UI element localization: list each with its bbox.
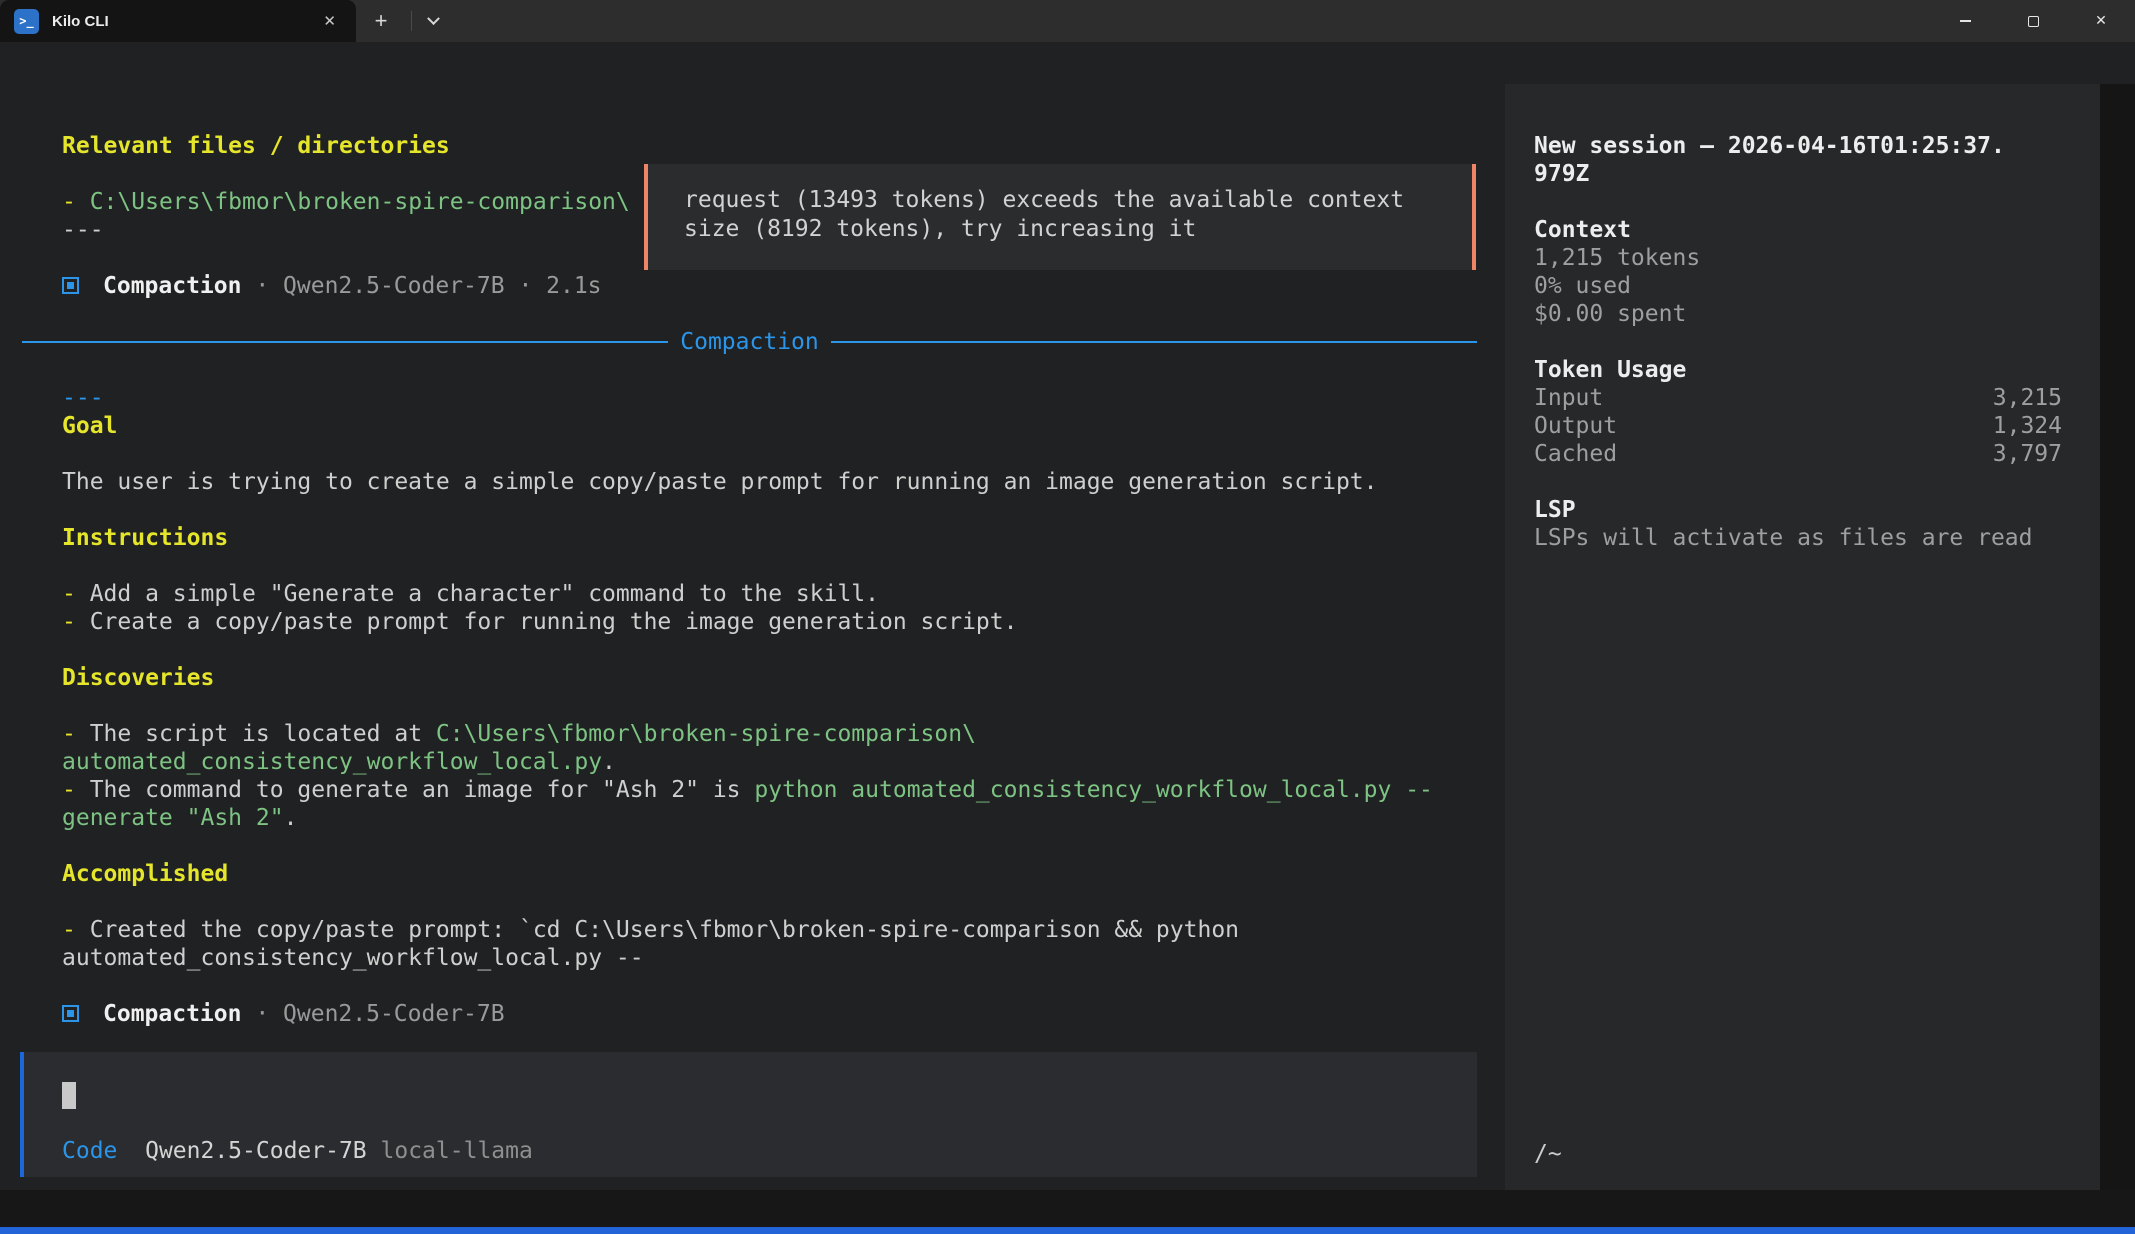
minimize-button[interactable] (1931, 0, 1999, 42)
blank-row (62, 496, 1477, 524)
context-spent: $0.00 spent (1534, 300, 2062, 328)
blank-row (62, 636, 1477, 664)
compaction-meta-2: Compaction · Qwen2.5-Coder-7B (62, 1000, 1477, 1028)
context-heading: Context (1534, 216, 2062, 244)
instructions-heading: Instructions (62, 524, 1477, 552)
titlebar[interactable]: >_ Kilo CLI ✕ + ✕ (0, 0, 2135, 42)
model-indicator: Qwen2.5-Coder-7B (145, 1138, 367, 1164)
terminal-window: >_ Kilo CLI ✕ + ✕ Relevant files / direc… (0, 0, 2135, 1234)
context-tokens: 1,215 tokens (1534, 244, 2062, 272)
instruction-bullet-2: - Create a copy/paste prompt for running… (62, 608, 1477, 636)
compaction-meta-1: Compaction · Qwen2.5-Coder-7B · 2.1s (62, 272, 1477, 300)
terminal-tab[interactable]: >_ Kilo CLI ✕ (0, 0, 356, 42)
compaction-icon (62, 1005, 79, 1022)
blank-row (62, 300, 1477, 328)
right-edge-strip (2100, 84, 2135, 1232)
error-line-2: size (8192 tokens), try increasing it (684, 215, 1472, 244)
discoveries-heading: Discoveries (62, 664, 1477, 692)
close-button[interactable]: ✕ (2067, 0, 2135, 42)
error-line-1: request (13493 tokens) exceeds the avail… (684, 186, 1472, 215)
context-error-box: request (13493 tokens) exceeds the avail… (644, 164, 1476, 270)
token-usage-cached-row: Cached3,797 (1534, 440, 2062, 468)
prompt-input[interactable]: Code Qwen2.5-Coder-7B local-llama (20, 1052, 1477, 1177)
token-usage-heading: Token Usage (1534, 356, 2062, 384)
maximize-button[interactable] (1999, 0, 2067, 42)
session-title: New session — 2026-04-16T01:25:37. (1534, 132, 2062, 160)
discovery-bullet-1b: automated_consistency_workflow_local.py. (62, 748, 1477, 776)
powershell-icon: >_ (14, 9, 39, 34)
blank-row (1534, 188, 2062, 216)
discovery-bullet-2a: - The command to generate an image for "… (62, 776, 1477, 804)
accomplished-bullet-1a: - Created the copy/paste prompt: `cd C:\… (62, 916, 1477, 944)
blank-row (62, 356, 1477, 384)
text-cursor (62, 1082, 76, 1109)
discovery-bullet-2b: generate "Ash 2". (62, 804, 1477, 832)
instruction-bullet-1: - Add a simple "Generate a character" co… (62, 580, 1477, 608)
goal-text: The user is trying to create a simple co… (62, 468, 1477, 496)
new-tab-button[interactable]: + (358, 0, 404, 42)
bottom-accent-bar (0, 1227, 2135, 1234)
blank-row (62, 552, 1477, 580)
goal-heading: Goal (62, 412, 1477, 440)
lsp-status: LSPs will activate as files are read (1534, 524, 2062, 552)
lsp-heading: LSP (1534, 496, 2062, 524)
chevron-down-icon (427, 12, 440, 25)
close-icon: ✕ (2095, 13, 2107, 29)
sidebar-rows: New session — 2026-04-16T01:25:37. 979Z … (1534, 132, 2062, 552)
blank-row (62, 888, 1477, 916)
blank-row (1534, 468, 2062, 496)
compaction-divider: Compaction (22, 328, 1477, 356)
blank-row (1534, 328, 2062, 356)
blank-row (62, 832, 1477, 860)
blank-row (62, 440, 1477, 468)
mode-indicator: Code (62, 1138, 117, 1164)
discovery-bullet-1a: - The script is located at C:\Users\fbmo… (62, 720, 1477, 748)
session-title-wrap: 979Z (1534, 160, 2062, 188)
blank-row (62, 972, 1477, 1000)
minimize-icon (1960, 20, 1971, 22)
frontmatter-separator: --- (62, 384, 1477, 412)
blank-row (62, 692, 1477, 720)
window-controls: ✕ (1931, 0, 2135, 42)
input-meta: Code Qwen2.5-Coder-7B local-llama (62, 1137, 533, 1165)
accomplished-bullet-1b: automated_consistency_workflow_local.py … (62, 944, 1477, 972)
tab-title: Kilo CLI (52, 13, 109, 30)
token-usage-input-row: Input3,215 (1534, 384, 2062, 412)
compaction-icon (62, 277, 79, 294)
accomplished-heading: Accomplished (62, 860, 1477, 888)
bottom-band (0, 1190, 2135, 1227)
context-used: 0% used (1534, 272, 2062, 300)
divider-label: Compaction (668, 328, 830, 356)
working-directory: /~ (1534, 1140, 1562, 1168)
token-usage-output-row: Output1,324 (1534, 412, 2062, 440)
session-sidebar: New session — 2026-04-16T01:25:37. 979Z … (1505, 84, 2100, 1232)
relevant-files-heading: Relevant files / directories (62, 132, 1477, 160)
terminal-content: Relevant files / directories- C:\Users\f… (0, 42, 2135, 1190)
maximize-icon (2028, 16, 2039, 27)
tab-dropdown-button[interactable] (412, 0, 454, 42)
provider-indicator: local-llama (381, 1138, 533, 1164)
tab-close-icon[interactable]: ✕ (317, 12, 342, 30)
